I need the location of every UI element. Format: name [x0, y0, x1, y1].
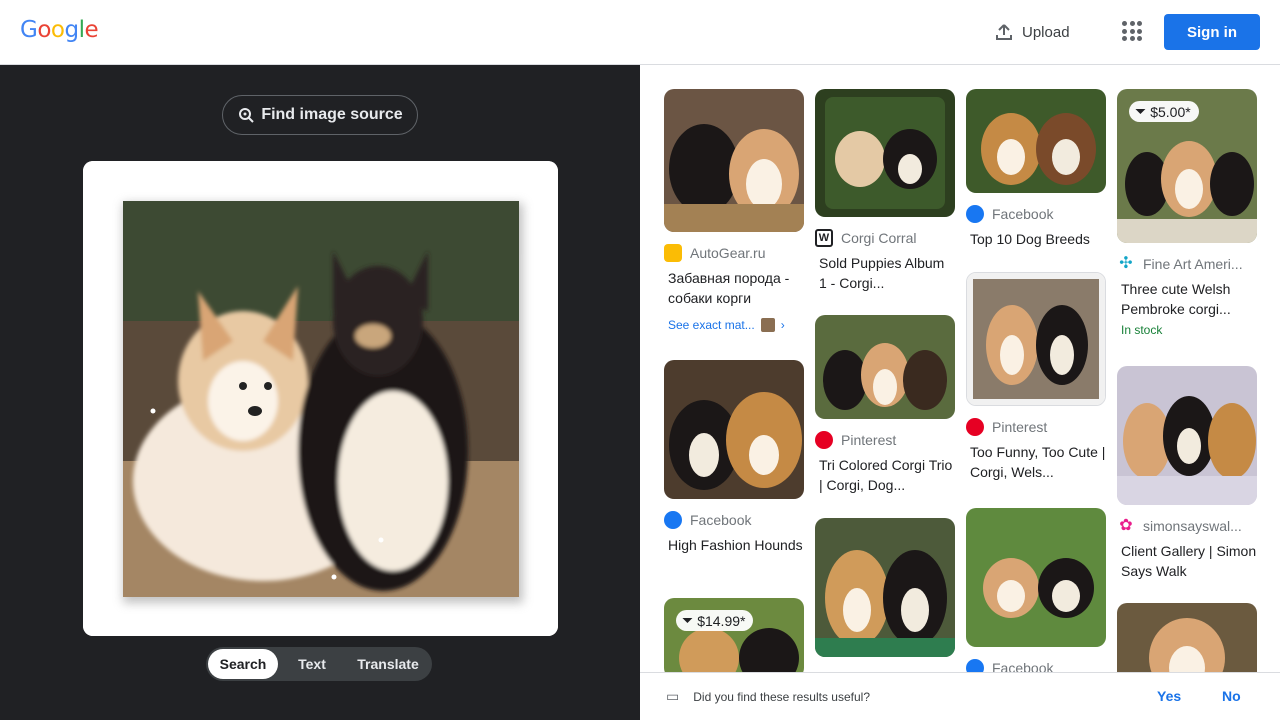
result-thumbnail: [966, 89, 1106, 193]
fine-art-icon: ✣: [1119, 255, 1133, 272]
source-name: Fine Art Ameri...: [1143, 256, 1243, 272]
stock-status: In stock: [1121, 323, 1163, 337]
find-source-label: Find image source: [261, 106, 403, 123]
result-title: Tri Colored Corgi Trio | Corgi, Dog...: [819, 457, 953, 493]
result-title: Three cute Welsh Pembroke corgi...: [1121, 281, 1231, 317]
lens-search-icon: [239, 108, 255, 123]
result-thumbnail: [1117, 366, 1257, 505]
price-value: $14.99*: [697, 612, 746, 629]
result-card[interactable]: [1117, 603, 1257, 683]
result-source: W Corgi Corral: [815, 229, 955, 247]
facebook-icon: [664, 511, 682, 529]
result-card[interactable]: Pinterest Too Funny, Too Cute | Corgi, W…: [966, 272, 1106, 482]
result-card[interactable]: ✿ simonsayswal... Client Gallery | Simon…: [1117, 366, 1257, 581]
source-name: simonsayswal...: [1143, 518, 1242, 534]
price-tag-icon: ⏷: [1135, 103, 1147, 119]
thumbnail-mini: [760, 318, 775, 332]
result-source: Pinterest: [966, 418, 1106, 436]
mode-switcher: Search Text Translate: [206, 647, 432, 681]
corgi-corral-icon: W: [815, 229, 833, 247]
result-title: Top 10 Dog Breeds: [970, 231, 1090, 247]
result-card[interactable]: Pinterest Tri Colored Corgi Trio | Corgi…: [815, 315, 955, 495]
logo-letter: e: [84, 17, 99, 43]
facebook-icon: [966, 205, 984, 223]
result-card[interactable]: Facebook High Fashion Hounds: [664, 360, 804, 555]
source-name: AutoGear.ru: [690, 245, 766, 261]
result-card[interactable]: AutoGear.ru Забавная порода - собаки кор…: [664, 89, 804, 332]
feedback-bar: ▭ Did you find these results useful? Yes…: [640, 672, 1280, 720]
result-source: Facebook: [664, 511, 804, 529]
source-name: Facebook: [992, 206, 1054, 222]
result-title: Too Funny, Too Cute | Corgi, Wels...: [970, 444, 1106, 480]
top-header: Google Upload Sign in: [0, 0, 1280, 65]
logo-letter: o: [50, 17, 65, 43]
feedback-icon: ▭: [666, 688, 680, 704]
upload-label: Upload: [1022, 23, 1070, 41]
logo-letter: g: [64, 17, 79, 43]
result-source: ✿ simonsayswal...: [1117, 517, 1257, 535]
crop-handle-top-left[interactable]: [83, 161, 105, 183]
feedback-question: Did you find these results useful?: [693, 689, 870, 704]
source-name: Facebook: [690, 512, 752, 528]
pinterest-icon: [966, 418, 984, 436]
query-corgi-photo: [123, 201, 523, 603]
result-source: ✣ Fine Art Ameri...: [1117, 255, 1257, 273]
pinterest-icon: [815, 431, 833, 449]
chevron-right-icon: ›: [780, 318, 785, 332]
result-thumbnail: ⏷ $5.00*: [1117, 89, 1257, 243]
tab-text[interactable]: Text: [278, 649, 346, 679]
price-badge: ⏷ $5.00*: [1129, 101, 1199, 122]
result-thumbnail: [815, 89, 955, 217]
result-card[interactable]: Facebook Top 10 Dog Breeds: [966, 89, 1106, 249]
find-image-source-button[interactable]: Find image source: [222, 95, 418, 135]
crop-handle-bottom-left[interactable]: [83, 614, 105, 636]
price-value: $5.00*: [1150, 103, 1191, 120]
result-card[interactable]: [815, 518, 955, 657]
autogear-icon: [664, 244, 682, 262]
simon-says-icon: ✿: [1119, 517, 1133, 534]
google-logo[interactable]: Google: [20, 17, 99, 43]
result-source: Pinterest: [815, 431, 955, 449]
upload-icon: [996, 24, 1012, 40]
tab-translate[interactable]: Translate: [346, 649, 430, 679]
apps-grid-icon[interactable]: [1118, 17, 1146, 45]
result-thumbnail: [1117, 603, 1257, 683]
result-title: Sold Puppies Album 1 - Corgi...: [819, 255, 945, 291]
feedback-no-button[interactable]: No: [1222, 688, 1241, 704]
price-badge: ⏷ $14.99*: [676, 610, 754, 631]
crop-handle-bottom-right[interactable]: [536, 614, 558, 636]
price-tag-icon: ⏷: [682, 612, 694, 628]
result-title: Забавная порода - собаки корги: [668, 270, 790, 306]
result-thumbnail: [664, 89, 804, 232]
logo-letter: o: [37, 17, 51, 43]
source-name: Pinterest: [992, 419, 1048, 435]
result-source: AutoGear.ru: [664, 244, 804, 262]
result-card[interactable]: ⏷ $5.00* ✣ Fine Art Ameri... Three cute …: [1117, 89, 1257, 337]
query-image-panel: Find image source Search Text Translate: [0, 65, 640, 720]
result-thumbnail: [815, 315, 955, 419]
result-card[interactable]: W Corgi Corral Sold Puppies Album 1 - Co…: [815, 89, 955, 293]
tab-search[interactable]: Search: [208, 649, 278, 679]
see-exact-matches-link[interactable]: See exact mat... ›: [664, 318, 804, 332]
result-thumbnail: ⏷ $14.99*: [664, 598, 804, 678]
result-card[interactable]: ⏷ $14.99*: [664, 598, 804, 678]
result-title: Client Gallery | Simon Says Walk: [1121, 543, 1257, 579]
query-image[interactable]: [83, 161, 558, 636]
see-exact-label: See exact mat...: [668, 318, 755, 332]
result-source: Facebook: [966, 205, 1106, 223]
upload-button[interactable]: Upload: [988, 17, 1076, 47]
result-title: High Fashion Hounds: [668, 537, 803, 553]
result-thumbnail: [966, 272, 1106, 406]
result-card[interactable]: Facebook: [966, 508, 1106, 677]
source-name: Pinterest: [841, 432, 897, 448]
result-thumbnail: [815, 518, 955, 657]
result-thumbnail: [966, 508, 1106, 647]
feedback-yes-button[interactable]: Yes: [1157, 688, 1181, 704]
result-thumbnail: [664, 360, 804, 499]
logo-letter: G: [20, 17, 38, 43]
sign-in-button[interactable]: Sign in: [1164, 14, 1260, 50]
crop-handle-top-right[interactable]: [536, 161, 558, 183]
source-name: Corgi Corral: [841, 230, 917, 246]
visual-matches-panel: AutoGear.ru Забавная порода - собаки кор…: [640, 65, 1280, 720]
